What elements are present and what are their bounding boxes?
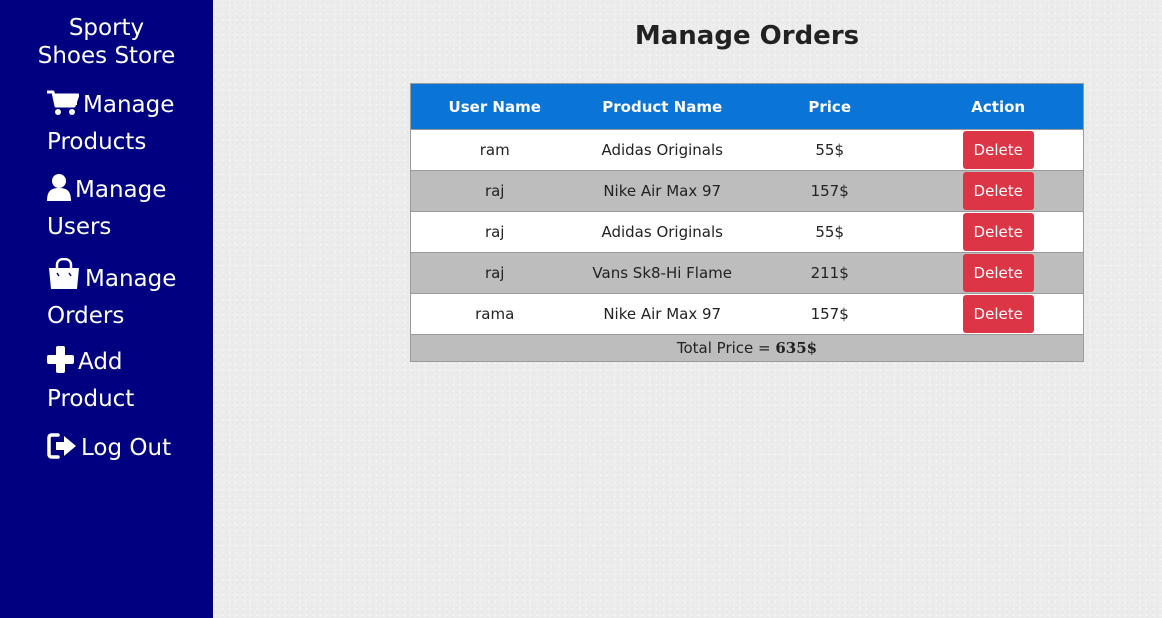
- cell-price: 157$: [745, 170, 914, 212]
- nav-manage-products[interactable]: Manage Products: [47, 87, 207, 161]
- nav-log-out[interactable]: Log Out: [47, 430, 207, 467]
- cell-price: 55$: [745, 129, 914, 171]
- cell-product-name: Nike Air Max 97: [578, 293, 746, 335]
- header-product-name: Product Name: [578, 83, 746, 130]
- nav-manage-users-line2: Users: [47, 214, 112, 240]
- nav-add-product-line1: Add: [78, 349, 123, 375]
- shopping-bag-icon: [47, 258, 81, 290]
- brand-line-1: Sporty: [68, 15, 145, 41]
- nav-manage-users[interactable]: Manage Users: [47, 172, 207, 246]
- cell-product-name: Adidas Originals: [578, 129, 746, 171]
- cell-product-name: Vans Sk8-Hi Flame: [578, 252, 746, 294]
- delete-button[interactable]: Delete: [962, 213, 1034, 251]
- cell-user-name: ram: [410, 129, 579, 171]
- cell-product-name: Adidas Originals: [578, 211, 746, 253]
- nav-log-out-label: Log Out: [81, 435, 172, 461]
- header-price: Price: [745, 83, 914, 130]
- nav-manage-users-line1: Manage: [75, 177, 167, 203]
- plus-icon: [47, 346, 74, 373]
- nav-add-product-line2: Product: [47, 386, 135, 412]
- table-header-row: User Name Product Name Price Action: [410, 83, 1084, 130]
- brand-title: Sporty Shoes Store: [0, 14, 213, 70]
- sidebar: Sporty Shoes Store Manage Products Manag…: [0, 0, 213, 618]
- cell-product-name: Nike Air Max 97: [578, 170, 746, 212]
- page-title: Manage Orders: [634, 21, 860, 51]
- table-row: rama Nike Air Max 97 157$ Delete: [410, 293, 1084, 335]
- nav-manage-orders-line1: Manage: [85, 266, 177, 292]
- cell-action: Delete: [913, 129, 1084, 171]
- cell-price: 157$: [745, 293, 914, 335]
- delete-button[interactable]: Delete: [962, 172, 1034, 210]
- total-price: Total Price = 635$: [410, 334, 1084, 362]
- cell-price: 211$: [745, 252, 914, 294]
- table-row: raj Nike Air Max 97 157$ Delete: [410, 170, 1084, 212]
- total-price-value: 635$: [775, 339, 818, 357]
- header-user-name: User Name: [410, 83, 579, 130]
- delete-button[interactable]: Delete: [962, 295, 1034, 333]
- delete-button[interactable]: Delete: [962, 131, 1034, 169]
- nav-manage-products-line2: Products: [47, 129, 147, 155]
- cell-price: 55$: [745, 211, 914, 253]
- cart-icon: [47, 90, 79, 116]
- cell-user-name: raj: [410, 211, 579, 253]
- cell-user-name: raj: [410, 170, 579, 212]
- delete-button[interactable]: Delete: [962, 254, 1034, 292]
- total-price-label: Total Price =: [676, 339, 776, 357]
- brand-line-2: Shoes Store: [37, 43, 176, 69]
- table-row: ram Adidas Originals 55$ Delete: [410, 129, 1084, 171]
- cell-action: Delete: [913, 252, 1084, 294]
- nav-add-product[interactable]: Add Product: [47, 344, 207, 418]
- cell-user-name: rama: [410, 293, 579, 335]
- header-action: Action: [913, 83, 1084, 130]
- nav-manage-orders[interactable]: Manage Orders: [47, 258, 207, 335]
- cell-action: Delete: [913, 211, 1084, 253]
- nav-manage-orders-line2: Orders: [47, 303, 125, 329]
- cell-action: Delete: [913, 293, 1084, 335]
- nav-manage-products-line1: Manage: [83, 92, 175, 118]
- orders-table: User Name Product Name Price Action ram …: [410, 83, 1084, 362]
- user-icon: [47, 173, 71, 201]
- sign-out-icon: [47, 433, 77, 459]
- total-row: Total Price = 635$: [410, 334, 1084, 362]
- cell-user-name: raj: [410, 252, 579, 294]
- cell-action: Delete: [913, 170, 1084, 212]
- table-row: raj Adidas Originals 55$ Delete: [410, 211, 1084, 253]
- table-row: raj Vans Sk8-Hi Flame 211$ Delete: [410, 252, 1084, 294]
